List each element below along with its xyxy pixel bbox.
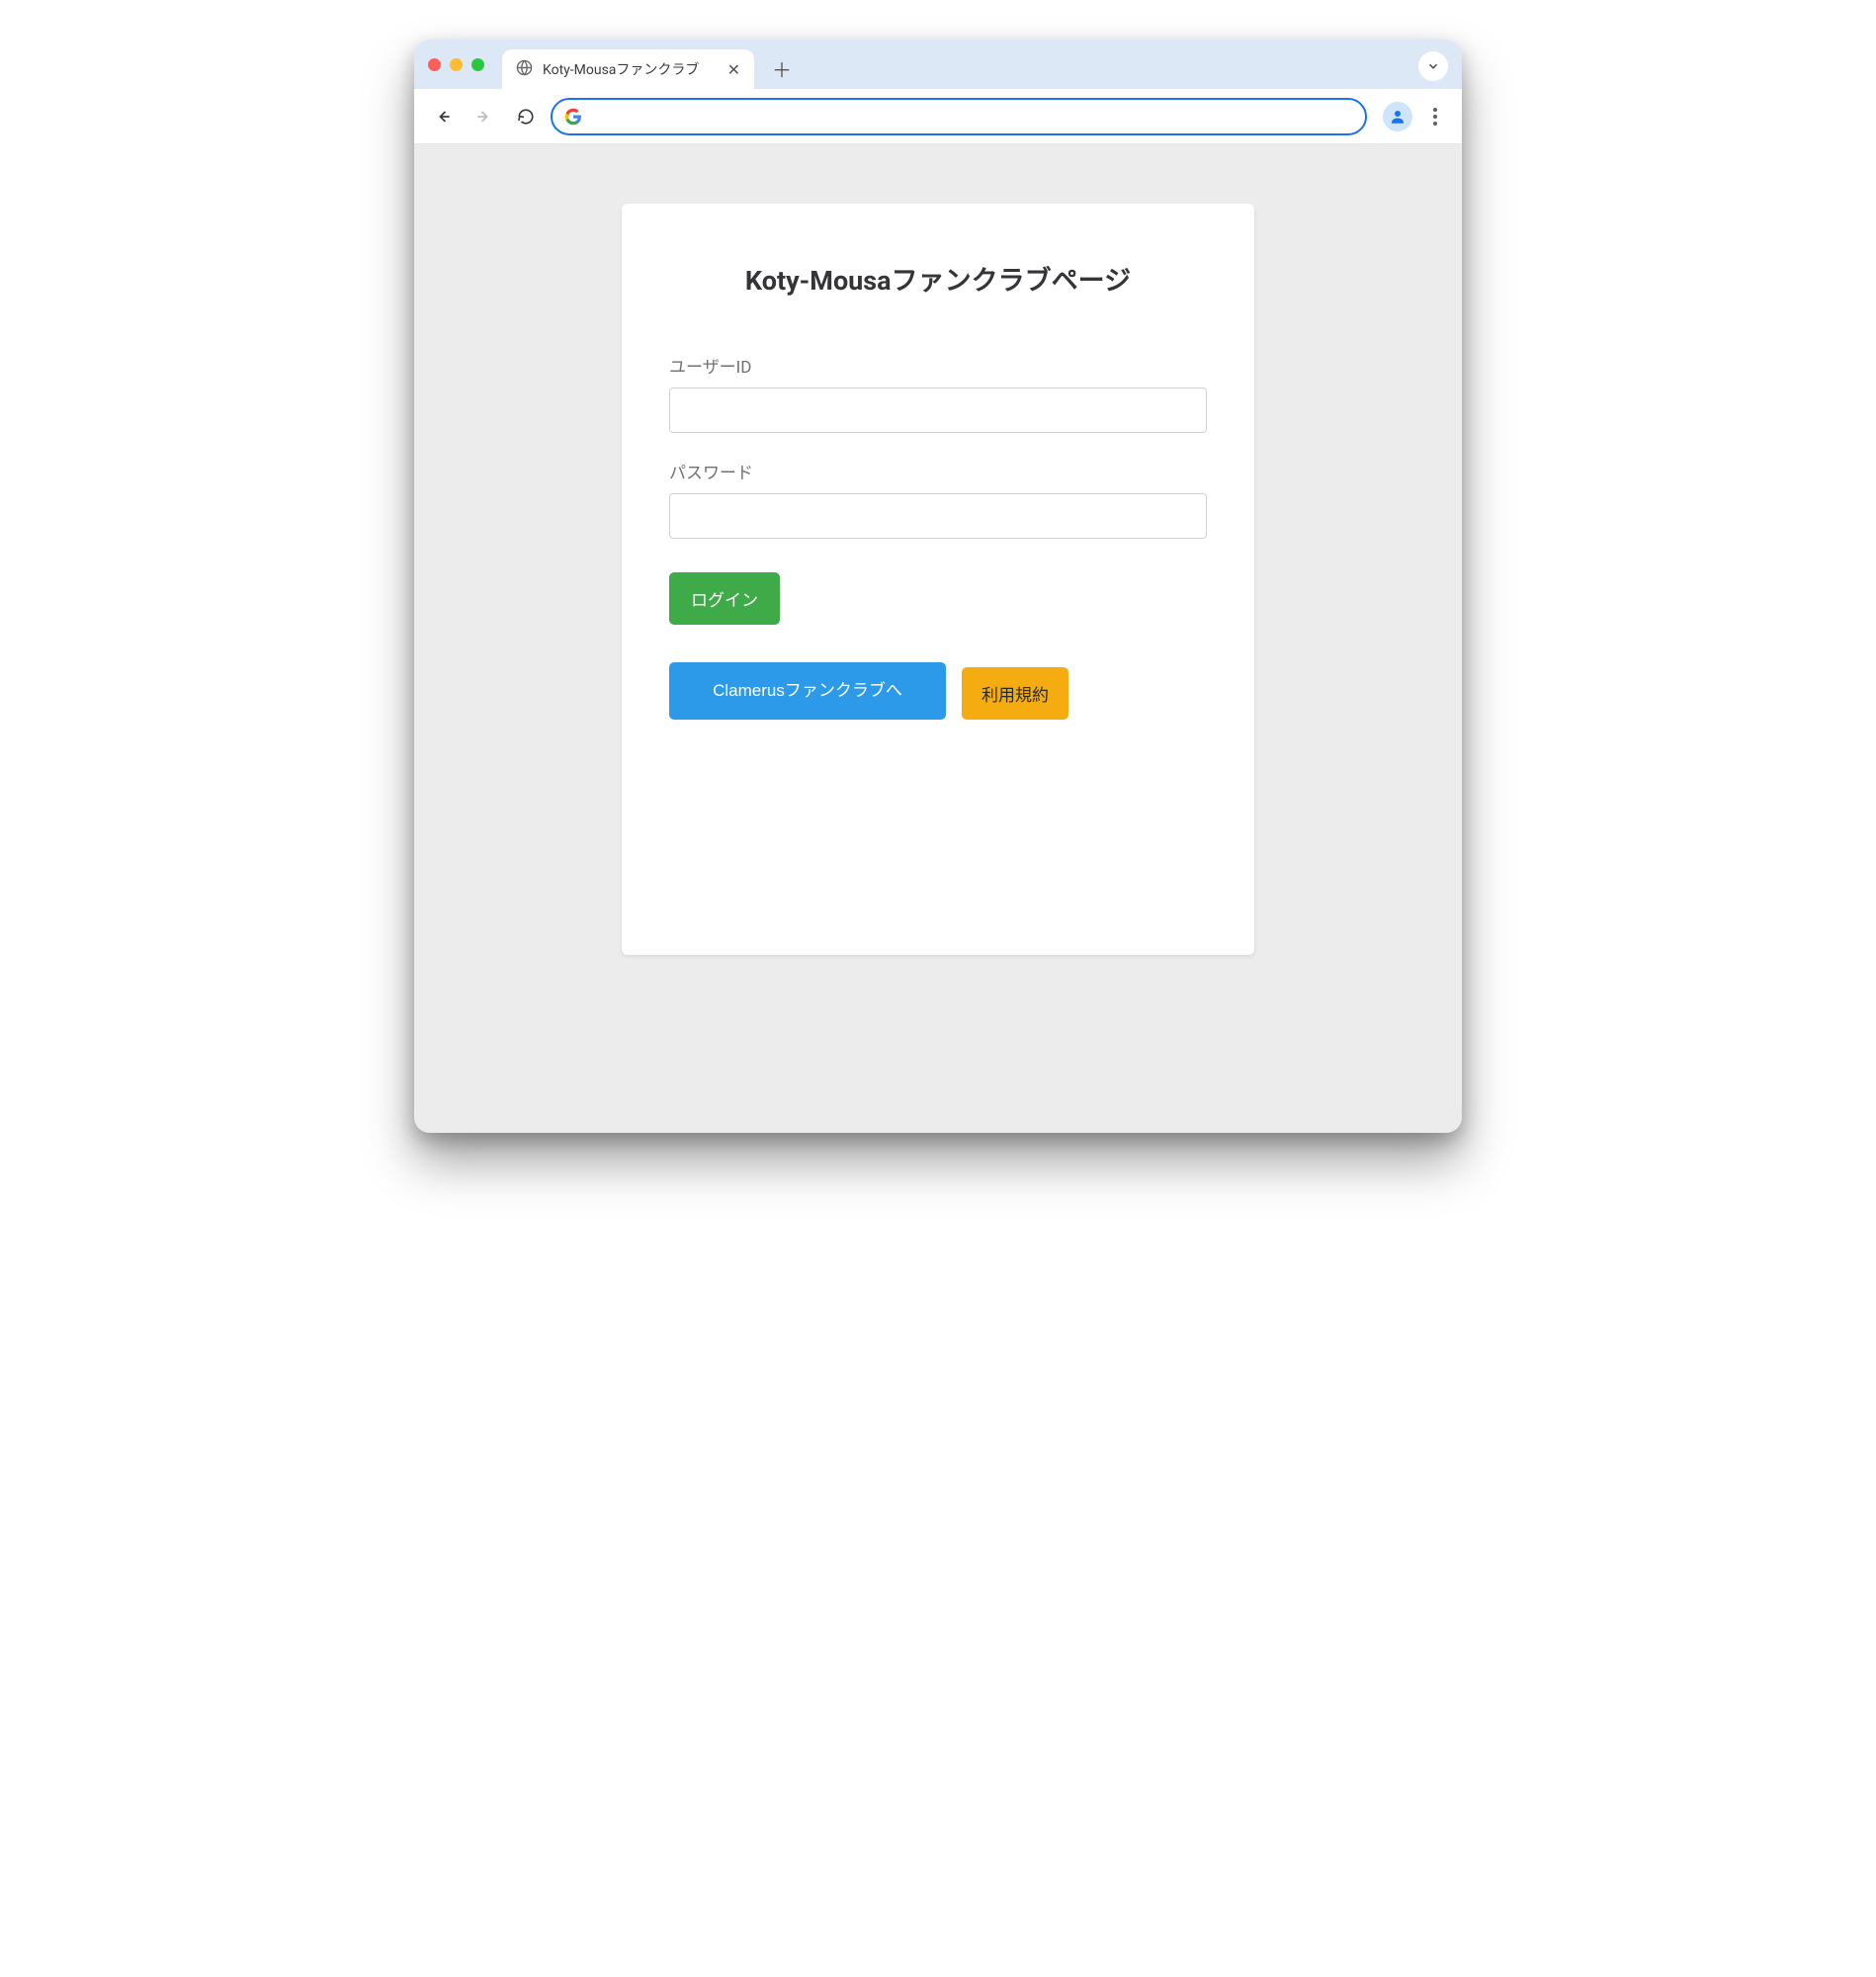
chevron-down-icon[interactable] <box>1418 51 1448 81</box>
google-icon <box>564 108 582 126</box>
user-id-input[interactable] <box>669 387 1207 433</box>
address-input[interactable] <box>592 108 1353 125</box>
close-tab-icon[interactable]: ✕ <box>727 60 740 79</box>
titlebar: Koty-Mousaファンクラブ ✕ ＋ <box>414 40 1462 89</box>
address-bar[interactable] <box>551 98 1367 135</box>
minimize-window-button[interactable] <box>450 58 463 71</box>
terms-button[interactable]: 利用規約 <box>962 667 1068 720</box>
toolbar <box>414 89 1462 144</box>
globe-icon <box>516 59 533 80</box>
page-title: Koty-Mousaファンクラブページ <box>669 259 1207 298</box>
password-input[interactable] <box>669 493 1207 539</box>
forward-button[interactable] <box>468 100 501 133</box>
login-card: Koty-Mousaファンクラブページ ユーザーID パスワード ログイン Cl… <box>622 204 1254 955</box>
new-tab-button[interactable]: ＋ <box>772 54 792 83</box>
reload-button[interactable] <box>509 100 543 133</box>
menu-button[interactable] <box>1420 102 1450 131</box>
browser-tab[interactable]: Koty-Mousaファンクラブ ✕ <box>502 49 754 89</box>
profile-avatar[interactable] <box>1383 102 1412 131</box>
window-controls <box>428 58 484 71</box>
secondary-button-row: Clamerusファンクラブへ 利用規約 <box>669 662 1207 720</box>
clamerus-fanclub-button[interactable]: Clamerusファンクラブへ <box>669 662 946 720</box>
browser-window: Koty-Mousaファンクラブ ✕ ＋ <box>414 40 1462 1133</box>
maximize-window-button[interactable] <box>471 58 484 71</box>
user-id-label: ユーザーID <box>669 353 1207 378</box>
back-button[interactable] <box>426 100 460 133</box>
password-label: パスワード <box>669 459 1207 483</box>
page-viewport: Koty-Mousaファンクラブページ ユーザーID パスワード ログイン Cl… <box>414 144 1462 1133</box>
tab-title: Koty-Mousaファンクラブ <box>543 59 718 79</box>
close-window-button[interactable] <box>428 58 441 71</box>
login-button[interactable]: ログイン <box>669 572 780 625</box>
